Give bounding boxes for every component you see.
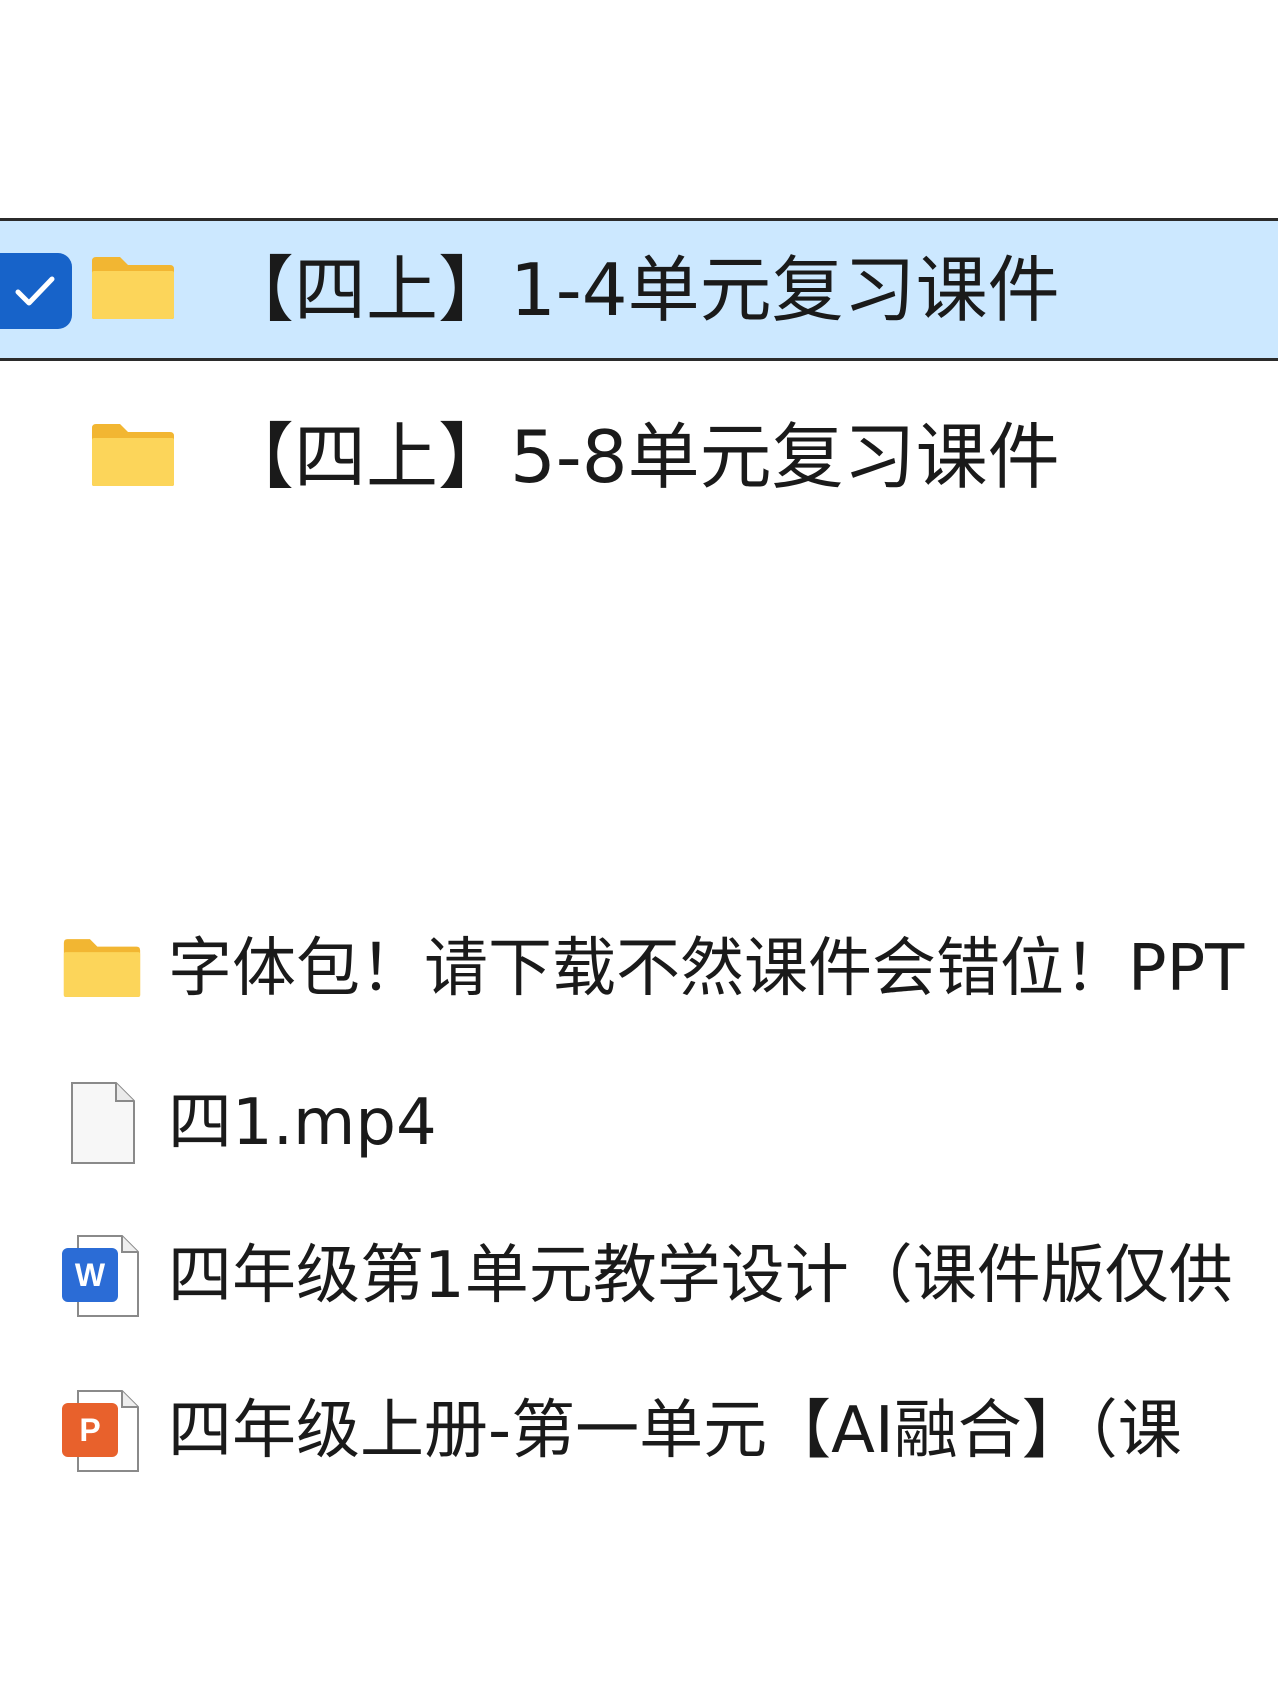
item-name: 字体包！请下载不然课件会错位！PPT	[168, 932, 1245, 1006]
folder-icon	[90, 255, 176, 325]
folder-icon	[90, 422, 176, 492]
item-name: 【四上】5-8单元复习课件	[222, 415, 1060, 499]
checkmark-icon	[15, 276, 55, 306]
file-icon	[70, 1081, 136, 1169]
item-name: 四1.mp4	[168, 1086, 437, 1160]
list-item[interactable]: 【四上】1-4单元复习课件	[0, 218, 1278, 361]
folder-icon	[62, 937, 142, 1003]
ppt-badge-icon: P	[62, 1403, 118, 1461]
column-header: 名称	[0, 100, 1278, 140]
row-checkbox-checked[interactable]	[0, 253, 72, 329]
svg-text:W: W	[75, 1257, 106, 1293]
list-item[interactable]: 字体包！请下载不然课件会错位！PPT	[0, 925, 1278, 1025]
list-item[interactable]: P 四年级上册-第一单元【AI融合】（课	[0, 1385, 1278, 1485]
word-badge-icon: W	[62, 1248, 118, 1306]
list-item[interactable]: W 四年级第1单元教学设计（课件版仅供	[0, 1230, 1278, 1330]
list-item[interactable]: 四1.mp4	[0, 1075, 1278, 1175]
item-name: 四年级上册-第一单元【AI融合】（课	[168, 1394, 1182, 1468]
item-name: 四年级第1单元教学设计（课件版仅供	[168, 1239, 1233, 1313]
list-item[interactable]: 【四上】5-8单元复习课件	[0, 400, 1278, 520]
item-name: 【四上】1-4单元复习课件	[222, 248, 1060, 332]
svg-text:P: P	[79, 1412, 100, 1448]
